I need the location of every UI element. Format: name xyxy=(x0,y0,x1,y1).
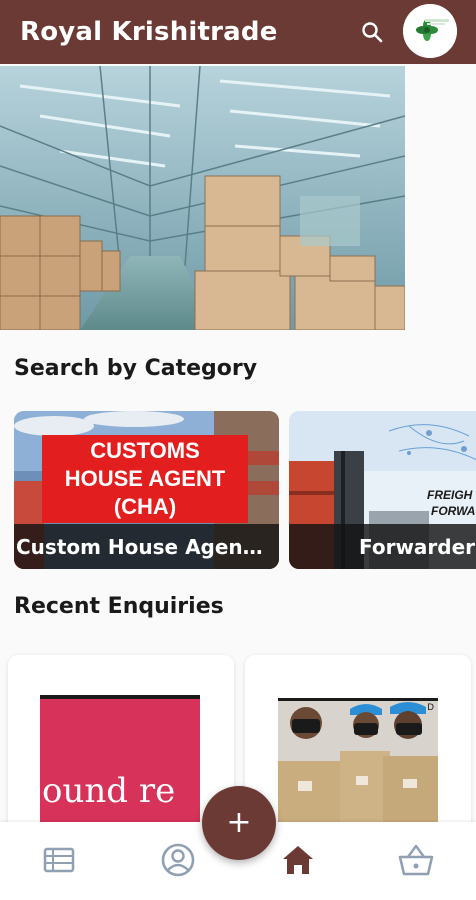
profile-icon xyxy=(161,843,195,877)
search-icon xyxy=(362,22,383,43)
category-card-cha[interactable]: CUSTOMS HOUSE AGENT (CHA) Custom House A… xyxy=(14,411,279,569)
enquiries-section-title: Recent Enquiries xyxy=(14,594,224,619)
category-label: Forwarder xyxy=(359,534,476,559)
warehouse-image xyxy=(0,66,405,330)
logo-icon xyxy=(403,4,457,58)
category-label: Custom House Agen… xyxy=(16,534,263,559)
enquiry-image-text: ound re xyxy=(42,771,176,811)
category-label-bar: Forwarder xyxy=(289,524,476,569)
cha-banner: CUSTOMS HOUSE AGENT (CHA) xyxy=(42,435,248,523)
cha-banner-line-1: CUSTOMS xyxy=(90,438,200,463)
freight-banner-line-1: FREIGH xyxy=(427,488,473,502)
app-title: Royal Krishitrade xyxy=(20,17,278,47)
app-screen: Royal Krishitrade Search by Category CUS… xyxy=(0,0,476,900)
category-card-forwarder[interactable]: FREIGH FORWA Forwarder xyxy=(289,411,476,569)
home-icon xyxy=(283,846,313,874)
basket-icon xyxy=(398,844,434,876)
plus-icon: + xyxy=(226,805,252,840)
enquiry-image-mark: D xyxy=(427,703,434,713)
nav-profile-button[interactable] xyxy=(160,842,196,878)
app-bar: Royal Krishitrade xyxy=(0,0,476,64)
nav-list-button[interactable] xyxy=(41,842,77,878)
category-label-bar: Custom House Agen… xyxy=(14,524,279,569)
company-logo-avatar[interactable] xyxy=(403,4,457,58)
add-enquiry-fab[interactable]: + xyxy=(202,786,276,860)
warehouse-banner-image xyxy=(0,66,405,330)
cha-banner-line-2: HOUSE AGENT xyxy=(64,466,226,491)
cha-banner-line-3: (CHA) xyxy=(113,494,177,519)
nav-basket-button[interactable] xyxy=(398,842,434,878)
list-icon xyxy=(43,847,75,873)
category-section-title: Search by Category xyxy=(14,356,258,381)
nav-home-button[interactable] xyxy=(280,842,316,878)
search-button[interactable] xyxy=(356,16,388,48)
freight-banner-line-2: FORWA xyxy=(431,504,476,518)
